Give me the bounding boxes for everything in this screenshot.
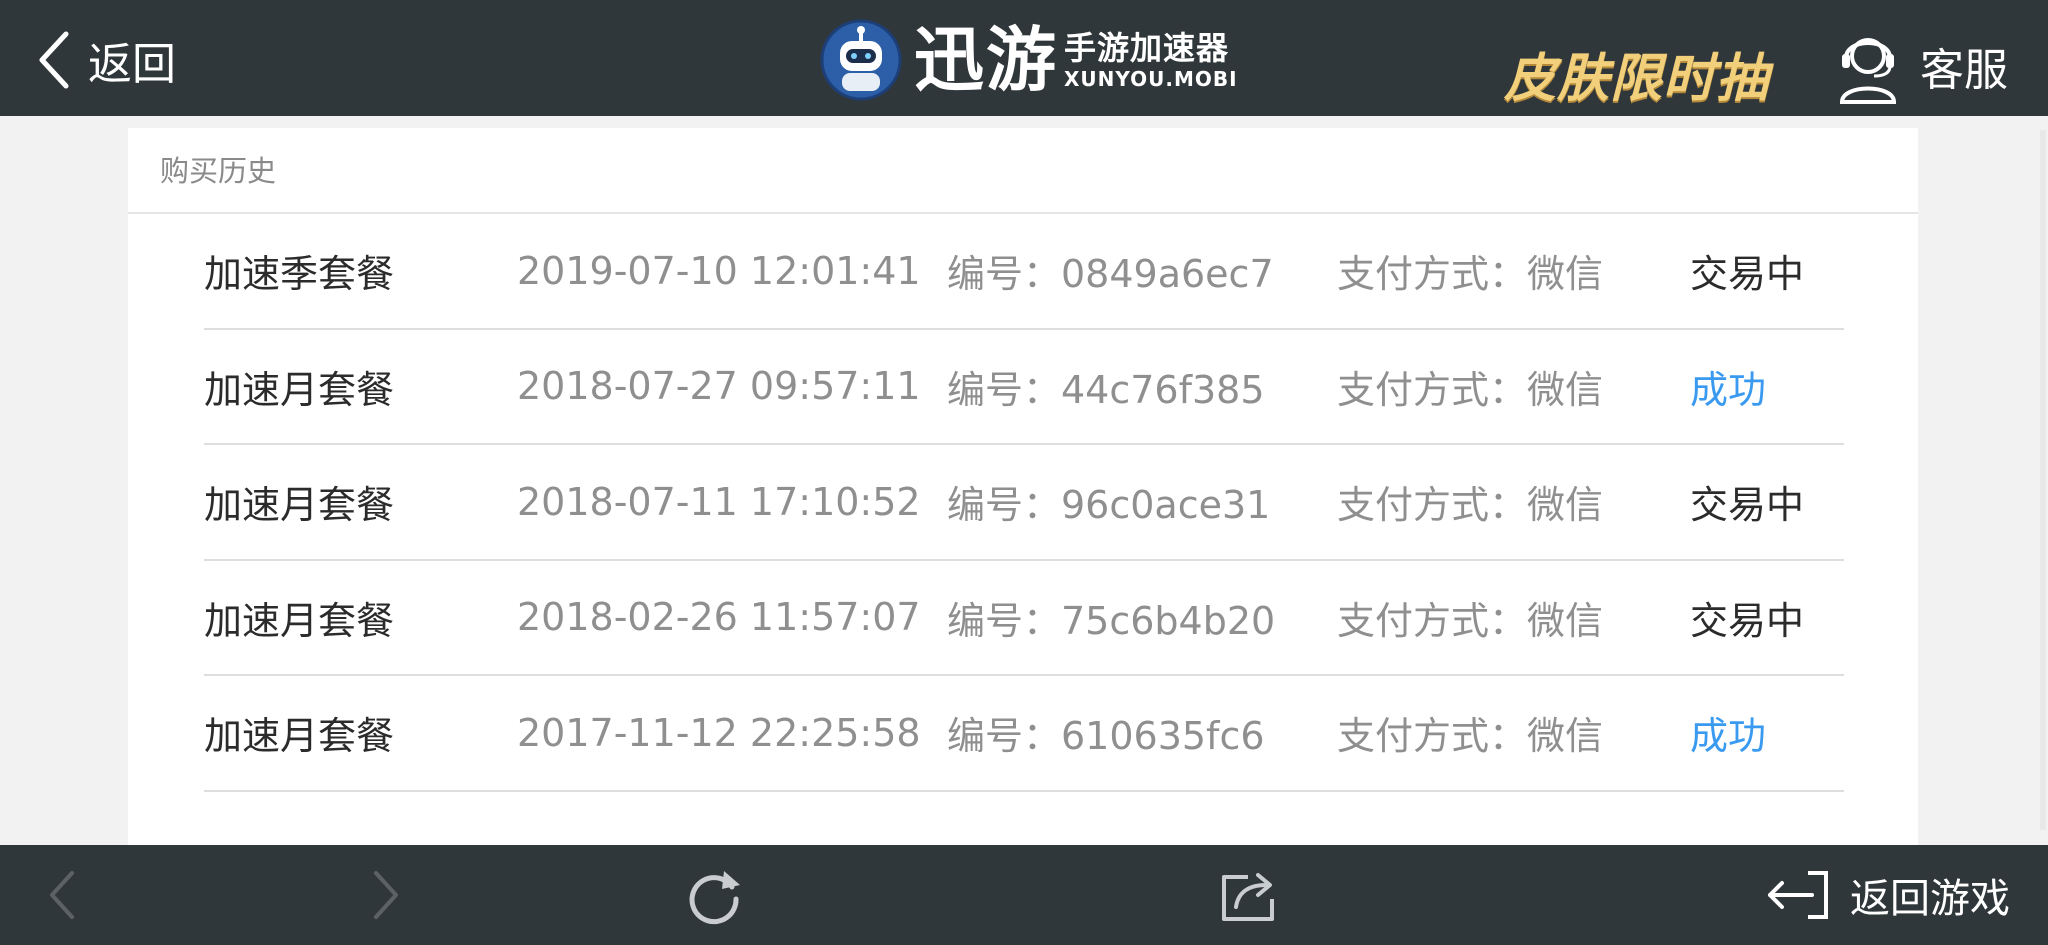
top-bar: 返回 迅游 手游加速器 XUNYOU.MOBI 皮肤限时抽 客服 [0,0,2048,116]
return-to-game-label: 返回游戏 [1850,876,2010,922]
order-status: 交易中 [1690,252,1805,297]
order-payment-method: 支付方式：微信 [1337,367,1604,412]
order-row[interactable]: 加速月套餐 2017-11-12 22:25:58 编号：610635fc6 支… [204,676,1844,792]
order-status: 成功 [1690,367,1767,412]
order-row[interactable]: 加速季套餐 2019-07-10 12:01:41 编号：0849a6ec7 支… [204,214,1844,330]
chevron-left-icon [39,31,69,89]
brand-subtitle: 手游加速器 XUNYOU.MOBI [1064,29,1238,91]
skin-draw-promo-banner[interactable]: 皮肤限时抽 [1504,36,1769,109]
customer-service-button[interactable]: 客服 [1836,28,2008,104]
order-time: 2018-02-26 11:57:07 [517,595,921,640]
order-list: 加速季套餐 2019-07-10 12:01:41 编号：0849a6ec7 支… [204,214,1844,792]
app-logo: 迅游 手游加速器 XUNYOU.MOBI [820,19,1238,101]
forward-arrow-icon[interactable] [368,865,404,925]
order-time: 2018-07-27 09:57:11 [517,364,921,409]
order-plan: 加速月套餐 [204,367,395,412]
section-title: 购买历史 [128,128,1918,214]
order-status: 交易中 [1690,598,1805,643]
order-id: 编号：75c6b4b20 [947,598,1276,643]
customer-service-label: 客服 [1920,45,2008,96]
order-status: 交易中 [1690,483,1805,528]
order-time: 2017-11-12 22:25:58 [517,710,921,755]
purchase-history-panel: 购买历史 加速季套餐 2019-07-10 12:01:41 编号：0849a6… [128,128,1918,845]
back-arrow-icon[interactable] [44,865,80,925]
brand-subtitle-cn: 手游加速器 [1064,29,1230,67]
order-id: 编号：610635fc6 [947,714,1265,759]
order-plan: 加速月套餐 [204,714,395,759]
brand-name: 迅游 [914,19,1058,101]
order-plan: 加速月套餐 [204,483,395,528]
order-payment-method: 支付方式：微信 [1337,598,1604,643]
order-id: 编号：0849a6ec7 [947,252,1274,297]
back-button[interactable]: 返回 [36,30,176,90]
order-row[interactable]: 加速月套餐 2018-02-26 11:57:07 编号：75c6b4b20 支… [204,561,1844,676]
bottom-toolbar: 返回游戏 [0,845,2048,945]
order-row[interactable]: 加速月套餐 2018-07-27 09:57:11 编号：44c76f385 支… [204,330,1844,445]
order-payment-method: 支付方式：微信 [1337,252,1604,297]
exit-icon [1768,871,1828,919]
refresh-icon[interactable] [684,865,744,925]
order-payment-method: 支付方式：微信 [1337,483,1604,528]
order-plan: 加速季套餐 [204,252,395,297]
back-label: 返回 [88,39,176,90]
scrollbar-track[interactable] [2040,130,2046,830]
return-to-game-button[interactable]: 返回游戏 [1764,863,2010,927]
share-icon[interactable] [1218,865,1278,925]
order-id: 编号：96c0ace31 [947,483,1271,528]
order-row[interactable]: 加速月套餐 2018-07-11 17:10:52 编号：96c0ace31 支… [204,445,1844,561]
order-time: 2019-07-10 12:01:41 [517,248,921,293]
headset-agent-icon [1839,38,1897,104]
order-time: 2018-07-11 17:10:52 [517,479,921,524]
order-id: 编号：44c76f385 [947,367,1265,412]
order-status: 成功 [1690,714,1767,759]
brand-subtitle-en: XUNYOU.MOBI [1064,67,1238,91]
robot-mascot-icon [820,19,902,101]
order-plan: 加速月套餐 [204,598,395,643]
order-payment-method: 支付方式：微信 [1337,714,1604,759]
